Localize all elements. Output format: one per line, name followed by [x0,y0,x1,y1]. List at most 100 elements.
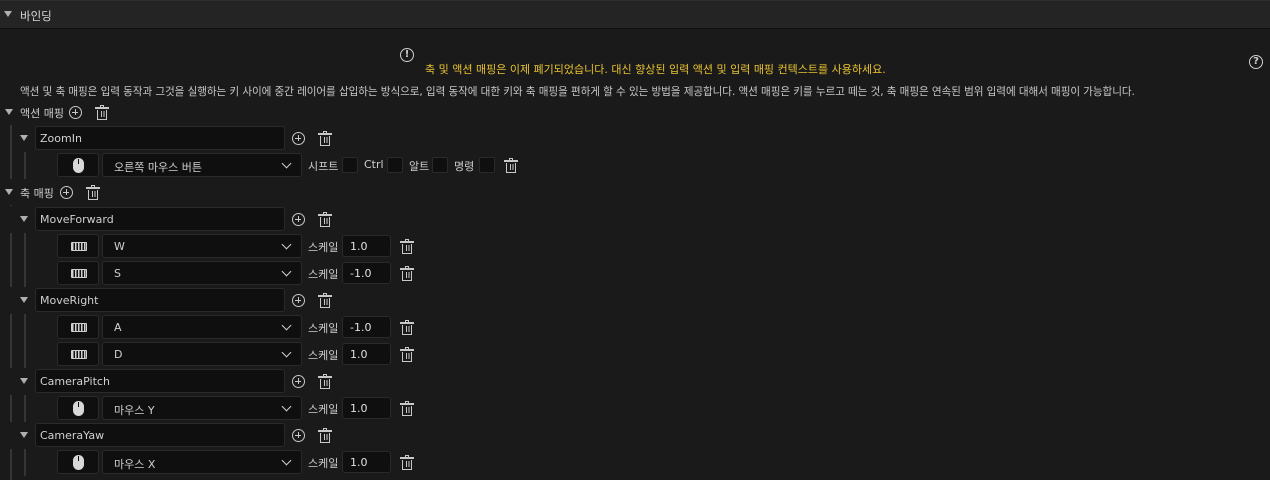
scale-label: 스케일 [308,268,339,281]
mapping-name-input[interactable]: CameraPitch [35,369,285,393]
chevron-down-icon [281,320,292,331]
axis-key-row: A 스케일 -1.0 [0,314,1270,368]
scale-input[interactable]: 1.0 [342,451,391,473]
key-dropdown[interactable]: 마우스 Y [102,396,302,420]
keyboard-icon [71,350,87,359]
delete-mapping-icon[interactable] [318,428,332,443]
key-selector-button[interactable] [57,315,99,339]
key-dropdown[interactable]: 오른쪽 마우스 버튼 [102,153,302,177]
scale-input[interactable]: 1.0 [342,235,391,257]
warning-icon: ! [400,48,414,62]
key-dropdown[interactable]: D [102,342,302,366]
collapse-caret-icon[interactable] [5,109,13,115]
axis-mappings-label: 축 매핑 [20,187,54,200]
axis-mappings-header[interactable]: 축 매핑 [0,180,1270,204]
add-axis-mapping-icon[interactable] [60,186,73,199]
axis-key-row: D 스케일 1.0 [0,341,1270,368]
collapse-caret-icon[interactable] [20,216,28,222]
collapse-caret-icon[interactable] [5,189,13,195]
key-value: 마우스 X [114,458,156,471]
deprecation-text: 축 및 액션 매핑은 이제 폐기되었습니다. 대신 향상된 입력 액션 및 입력… [425,63,886,76]
axis-mapping-moveforward: MoveForward [0,206,1270,233]
delete-key-icon[interactable] [400,320,414,335]
chevron-down-icon [281,401,292,412]
scale-label: 스케일 [308,403,339,416]
key-value: 마우스 Y [114,404,155,417]
key-dropdown[interactable]: 마우스 X [102,450,302,474]
delete-key-icon[interactable] [400,401,414,416]
axis-mapping-moveright: MoveRight [0,287,1270,314]
ctrl-checkbox[interactable] [387,157,403,173]
collapse-caret-icon[interactable] [4,11,12,17]
collapse-caret-icon[interactable] [20,135,28,141]
scale-label: 스케일 [308,349,339,362]
axis-key-row: S 스케일 -1.0 [0,260,1270,287]
key-dropdown[interactable]: S [102,261,302,285]
add-action-mapping-icon[interactable] [69,106,82,119]
key-selector-button[interactable] [57,450,99,474]
delete-key-icon[interactable] [400,455,414,470]
key-selector-button[interactable] [57,261,99,285]
key-dropdown[interactable]: W [102,234,302,258]
delete-mapping-icon[interactable] [318,293,332,308]
collapse-caret-icon[interactable] [20,378,28,384]
delete-all-axes-icon[interactable] [86,185,100,200]
add-key-icon[interactable] [292,213,305,226]
key-selector-button[interactable] [57,153,99,177]
scale-label: 스케일 [308,457,339,470]
mouse-icon [73,401,84,416]
mapping-name-input[interactable]: MoveRight [35,288,285,312]
chevron-down-icon [281,158,292,169]
delete-mapping-icon[interactable] [318,212,332,227]
action-mappings-header[interactable]: 액션 매핑 [0,100,1270,124]
keyboard-icon [71,242,87,251]
add-key-icon[interactable] [292,294,305,307]
key-dropdown[interactable]: A [102,315,302,339]
add-key-icon[interactable] [292,429,305,442]
key-value: D [114,348,123,361]
delete-key-icon[interactable] [400,266,414,281]
key-selector-button[interactable] [57,342,99,366]
keyboard-icon [71,269,87,278]
action-key-row: 오른쪽 마우스 버튼 시프트 Ctrl 알트 명령 [0,152,1270,179]
add-key-icon[interactable] [292,375,305,388]
cmd-checkbox[interactable] [479,157,495,173]
mapping-name-input[interactable]: ZoomIn [35,126,285,150]
action-mappings-label: 액션 매핑 [20,107,64,120]
key-selector-button[interactable] [57,396,99,420]
collapse-caret-icon[interactable] [20,432,28,438]
delete-key-icon[interactable] [400,347,414,362]
mouse-icon [73,158,84,173]
alt-label: 알트 [409,160,430,173]
key-selector-button[interactable] [57,234,99,258]
collapse-caret-icon[interactable] [20,297,28,303]
scale-input[interactable]: -1.0 [342,316,391,338]
scale-label: 스케일 [308,241,339,254]
add-key-icon[interactable] [292,132,305,145]
chevron-down-icon [281,266,292,277]
keyboard-icon [71,323,87,332]
delete-mapping-icon[interactable] [318,374,332,389]
axis-key-row: W 스케일 1.0 [0,233,1270,287]
axis-mapping-camerayaw: CameraYaw [0,422,1270,449]
shift-checkbox[interactable] [342,157,358,173]
axis-key-row: 마우스 Y 스케일 1.0 [0,395,1270,422]
mapping-name-input[interactable]: MoveForward [35,207,285,231]
deprecation-notice: ! 축 및 액션 매핑은 이제 폐기되었습니다. 대신 향상된 입력 액션 및 … [0,48,1270,88]
chevron-down-icon [281,239,292,250]
help-icon[interactable]: ? [1249,55,1263,69]
chevron-down-icon [281,455,292,466]
scale-input[interactable]: 1.0 [342,397,391,419]
scale-input[interactable]: 1.0 [342,343,391,365]
delete-mapping-icon[interactable] [318,131,332,146]
mapping-name-input[interactable]: CameraYaw [35,423,285,447]
delete-all-actions-icon[interactable] [95,105,109,120]
alt-checkbox[interactable] [432,157,448,173]
delete-key-icon[interactable] [400,239,414,254]
scale-input[interactable]: -1.0 [342,262,391,284]
ctrl-label: Ctrl [364,158,384,171]
delete-key-icon[interactable] [504,158,518,173]
bindings-section-header[interactable]: 바인딩 [0,0,1270,29]
key-value: S [114,267,121,280]
cmd-label: 명령 [454,160,475,173]
